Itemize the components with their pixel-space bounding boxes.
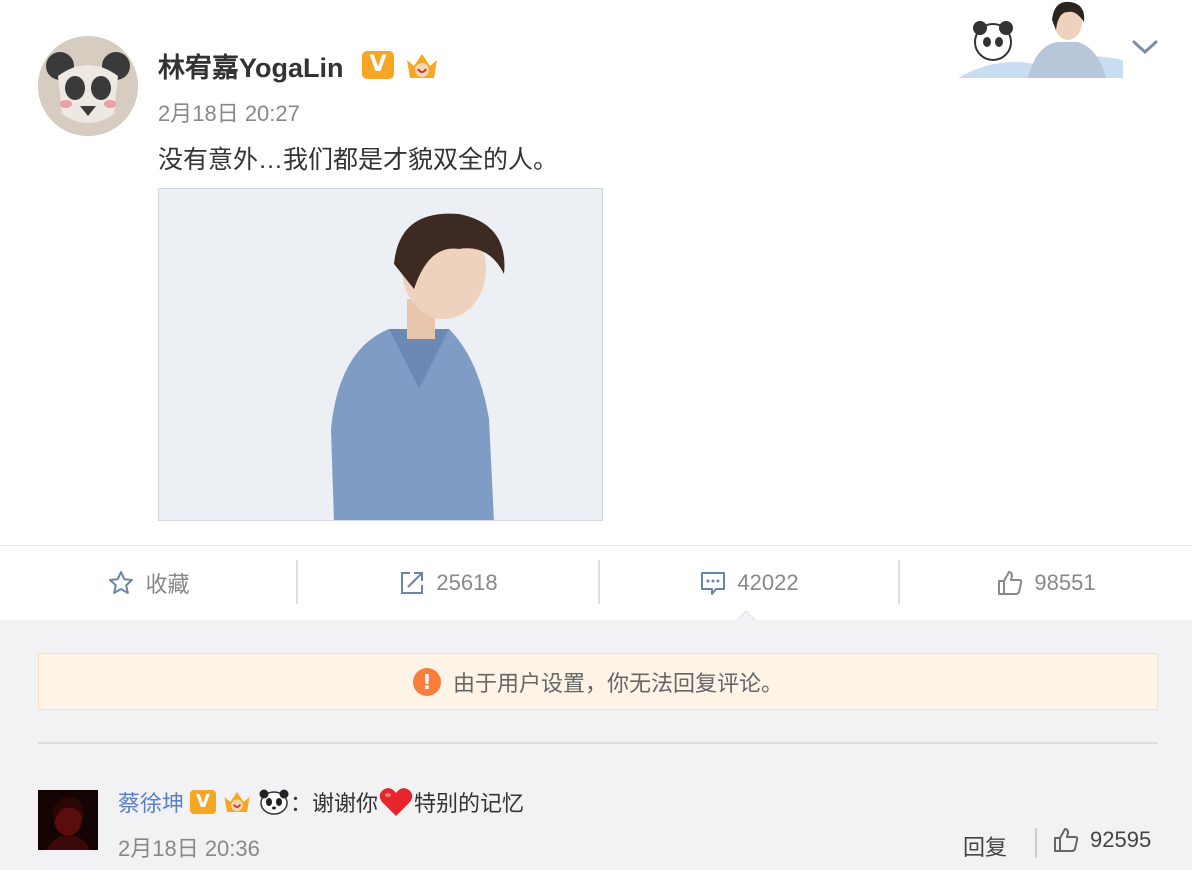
commenter-avatar[interactable] xyxy=(38,790,98,850)
comment-like-count: 92595 xyxy=(1090,827,1152,852)
post-author-name[interactable]: 林宥嘉YogaLin xyxy=(158,46,344,85)
post-text: 没有意外…我们都是才貌双全的人。 xyxy=(158,146,559,174)
reply-button[interactable]: 回复 xyxy=(963,830,1007,862)
panda-avatar-icon xyxy=(38,36,138,136)
post-action-bar: 收藏 25618 42022 98551 xyxy=(0,545,1192,621)
comment-icon xyxy=(701,572,726,595)
reply-disabled-notice: ! 由于用户设置，你无法回复评论。 xyxy=(38,653,1158,710)
repost-icon xyxy=(401,572,424,594)
crown-icon xyxy=(224,792,250,812)
heart-emoji-icon xyxy=(379,788,413,816)
favorite-label: 收藏 xyxy=(145,572,190,597)
like-icon xyxy=(998,571,1023,595)
header-banner[interactable] xyxy=(958,0,1123,78)
like-icon xyxy=(1054,828,1079,852)
notice-text: 由于用户设置，你无法回复评论。 xyxy=(452,670,783,696)
crown-icon xyxy=(404,50,440,82)
person-photo xyxy=(159,189,602,520)
divider xyxy=(1035,828,1037,858)
comment-button[interactable]: 42022 xyxy=(600,546,898,620)
comment-content: 蔡徐坤 V ： 谢谢你 特别的记忆 xyxy=(118,785,524,819)
chevron-down-icon[interactable] xyxy=(1130,32,1160,62)
section-divider xyxy=(38,742,1158,744)
comment-text-before: 谢谢你 xyxy=(312,791,379,816)
post-timestamp[interactable]: 2月18日 20:27 xyxy=(158,96,300,128)
verified-badge-icon: V xyxy=(190,790,217,814)
like-button[interactable]: 98551 xyxy=(900,546,1192,620)
comment-count: 42022 xyxy=(737,570,799,595)
comment-like-button[interactable]: 92595 xyxy=(1052,826,1151,854)
repost-count: 25618 xyxy=(436,570,498,595)
user-avatar[interactable] xyxy=(38,36,138,136)
weibo-post: 林宥嘉YogaLin V 2月18日 20:27 没有意外…我们都是才貌双全的人… xyxy=(0,0,1192,545)
warning-icon: ! xyxy=(412,667,441,696)
comment-separator: ： xyxy=(290,791,313,816)
comment-tab-pointer xyxy=(736,611,756,621)
comment-timestamp: 2月18日 20:36 xyxy=(118,836,260,861)
post-photo[interactable] xyxy=(158,188,603,521)
verified-badge-icon: V xyxy=(362,51,394,79)
panda-emoji-icon xyxy=(259,789,289,815)
repost-button[interactable]: 25618 xyxy=(298,546,598,620)
comment-text-after: 特别的记忆 xyxy=(414,791,525,816)
favorite-button[interactable]: 收藏 xyxy=(0,546,297,620)
commenter-name[interactable]: 蔡徐坤 xyxy=(118,786,184,818)
star-icon xyxy=(109,571,134,594)
like-count: 98551 xyxy=(1034,570,1096,595)
